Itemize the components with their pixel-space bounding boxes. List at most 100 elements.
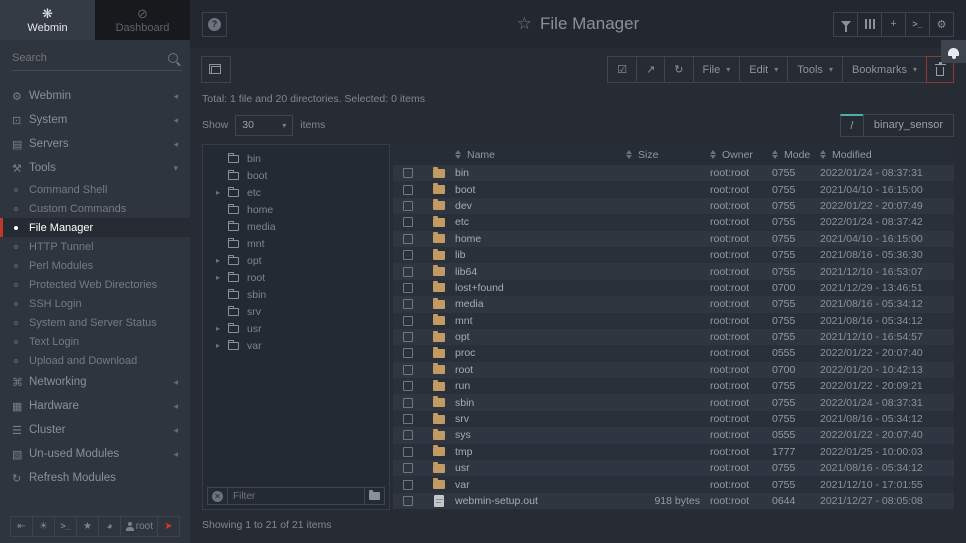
favorites-button[interactable]: ★ — [76, 516, 99, 537]
file-name[interactable]: sbin — [455, 397, 626, 409]
filter-input[interactable] — [227, 488, 364, 504]
sidebar-item-custom-commands[interactable]: Custom Commands — [0, 199, 190, 218]
tree-item-sbin[interactable]: sbin — [203, 286, 389, 303]
table-row[interactable]: libroot:root07552021/08/16 - 05:36:30 — [393, 247, 954, 263]
tools-menu-button[interactable]: Tools▾ — [787, 56, 843, 83]
table-row[interactable]: tmproot:root17772022/01/25 - 10:00:03 — [393, 444, 954, 460]
row-checkbox[interactable] — [403, 234, 413, 244]
file-name[interactable]: dev — [455, 200, 626, 212]
logout-button[interactable]: ➤ — [157, 516, 180, 537]
table-row[interactable]: webmin-setup.out918 bytesroot:root064420… — [393, 493, 954, 509]
file-name[interactable]: webmin-setup.out — [455, 495, 626, 507]
table-row[interactable]: sysroot:root05552022/01/22 - 20:07:40 — [393, 427, 954, 443]
sidebar-item-webmin[interactable]: ⚙Webmin◂ — [0, 84, 190, 108]
breadcrumb-current[interactable]: binary_sensor — [863, 114, 954, 137]
help-button[interactable]: ? — [202, 12, 227, 37]
table-row[interactable]: usrroot:root07552021/08/16 - 05:34:12 — [393, 460, 954, 476]
row-checkbox[interactable] — [403, 398, 413, 408]
file-name[interactable]: run — [455, 380, 626, 392]
row-checkbox[interactable] — [403, 365, 413, 375]
expand-arrow-icon[interactable]: ▸ — [216, 341, 226, 350]
sidebar-item-upload-and-download[interactable]: Upload and Download — [0, 351, 190, 370]
sort-name-icon[interactable] — [455, 150, 461, 159]
sidebar-item-perl-modules[interactable]: Perl Modules — [0, 256, 190, 275]
row-checkbox[interactable] — [403, 299, 413, 309]
sidebar-item-file-manager[interactable]: File Manager — [0, 218, 190, 237]
row-checkbox[interactable] — [403, 332, 413, 342]
table-row[interactable]: devroot:root07552022/01/22 - 20:07:49 — [393, 198, 954, 214]
collapse-sidebar-button[interactable]: ⇤ — [10, 516, 33, 537]
row-checkbox[interactable] — [403, 480, 413, 490]
column-modified[interactable]: Modified — [832, 149, 872, 161]
tab-dashboard[interactable]: ⊘ Dashboard — [95, 0, 190, 40]
tab-webmin[interactable]: ❋ Webmin — [0, 0, 95, 40]
file-name[interactable]: etc — [455, 216, 626, 228]
select-all-button[interactable]: ☑ — [607, 56, 637, 83]
sidebar-item-text-login[interactable]: Text Login — [0, 332, 190, 351]
table-row[interactable]: mntroot:root07552021/08/16 - 05:34:12 — [393, 313, 954, 329]
row-checkbox[interactable] — [403, 463, 413, 473]
sidebar-item-ssh-login[interactable]: SSH Login — [0, 294, 190, 313]
table-row[interactable]: procroot:root05552022/01/22 - 20:07:40 — [393, 345, 954, 361]
breadcrumb-root[interactable]: / — [840, 114, 864, 137]
tree-item-media[interactable]: media — [203, 218, 389, 235]
export-button[interactable]: ↗ — [636, 56, 665, 83]
table-row[interactable]: lib64root:root07552021/12/10 - 16:53:07 — [393, 263, 954, 279]
tree-item-opt[interactable]: ▸opt — [203, 252, 389, 269]
sidebar-item-tools[interactable]: ⚒Tools▾ — [0, 156, 190, 180]
filter-button[interactable] — [833, 12, 858, 37]
row-checkbox[interactable] — [403, 430, 413, 440]
tree-item-etc[interactable]: ▸etc — [203, 184, 389, 201]
clear-filter-icon[interactable]: ✕ — [212, 491, 223, 502]
column-mode[interactable]: Mode — [784, 149, 810, 161]
table-row[interactable]: srvroot:root07552021/08/16 - 05:34:12 — [393, 411, 954, 427]
bookmarks-menu-button[interactable]: Bookmarks▾ — [842, 56, 927, 83]
sidebar-item-hardware[interactable]: ▦Hardware◂ — [0, 394, 190, 418]
sidebar-item-http-tunnel[interactable]: HTTP Tunnel — [0, 237, 190, 256]
row-checkbox[interactable] — [403, 381, 413, 391]
file-name[interactable]: home — [455, 233, 626, 245]
terminal-button[interactable]: >_ — [54, 516, 77, 537]
refresh-button[interactable]: ↻ — [664, 56, 693, 83]
search-input[interactable] — [12, 45, 182, 71]
tree-item-srv[interactable]: srv — [203, 303, 389, 320]
tree-item-var[interactable]: ▸var — [203, 337, 389, 354]
row-checkbox[interactable] — [403, 283, 413, 293]
file-name[interactable]: root — [455, 364, 626, 376]
theme-button[interactable]: ☀ — [32, 516, 55, 537]
user-button[interactable]: root — [120, 516, 158, 537]
row-checkbox[interactable] — [403, 185, 413, 195]
file-name[interactable]: lib64 — [455, 266, 626, 278]
file-name[interactable]: mnt — [455, 315, 626, 327]
sort-modified-icon[interactable] — [820, 150, 826, 159]
file-menu-button[interactable]: File▾ — [693, 56, 741, 83]
tree-item-usr[interactable]: ▸usr — [203, 320, 389, 337]
table-row[interactable]: rootroot:root07002022/01/20 - 10:42:13 — [393, 362, 954, 378]
sidebar-item-cluster[interactable]: ☰Cluster◂ — [0, 418, 190, 442]
row-checkbox[interactable] — [403, 414, 413, 424]
sidebar-item-servers[interactable]: ▤Servers◂ — [0, 132, 190, 156]
file-name[interactable]: boot — [455, 184, 626, 196]
column-size[interactable]: Size — [638, 149, 658, 161]
expand-arrow-icon[interactable]: ▸ — [216, 324, 226, 333]
sidebar-item-system-and-server-status[interactable]: System and Server Status — [0, 313, 190, 332]
sidebar-item-refresh-modules[interactable]: ↻Refresh Modules — [0, 466, 190, 490]
table-row[interactable]: lost+foundroot:root07002021/12/29 - 13:4… — [393, 280, 954, 296]
language-button[interactable]: ◕ — [98, 516, 121, 537]
edit-menu-button[interactable]: Edit▾ — [739, 56, 788, 83]
file-name[interactable]: var — [455, 479, 626, 491]
file-name[interactable]: lib — [455, 249, 626, 261]
column-owner[interactable]: Owner — [722, 149, 753, 161]
row-checkbox[interactable] — [403, 217, 413, 227]
file-name[interactable]: opt — [455, 331, 626, 343]
sidebar-item-system[interactable]: ⊡System◂ — [0, 108, 190, 132]
shell-button[interactable]: >_ — [905, 12, 930, 37]
file-name[interactable]: bin — [455, 167, 626, 179]
table-row[interactable]: binroot:root07552022/01/24 - 08:37:31 — [393, 165, 954, 181]
file-name[interactable]: lost+found — [455, 282, 626, 294]
expand-arrow-icon[interactable]: ▸ — [216, 256, 226, 265]
row-checkbox[interactable] — [403, 168, 413, 178]
favorite-star-icon[interactable]: ☆ — [517, 14, 532, 34]
sidebar-item-un-used-modules[interactable]: ▧Un-used Modules◂ — [0, 442, 190, 466]
settings-button[interactable]: ⚙ — [929, 12, 954, 37]
